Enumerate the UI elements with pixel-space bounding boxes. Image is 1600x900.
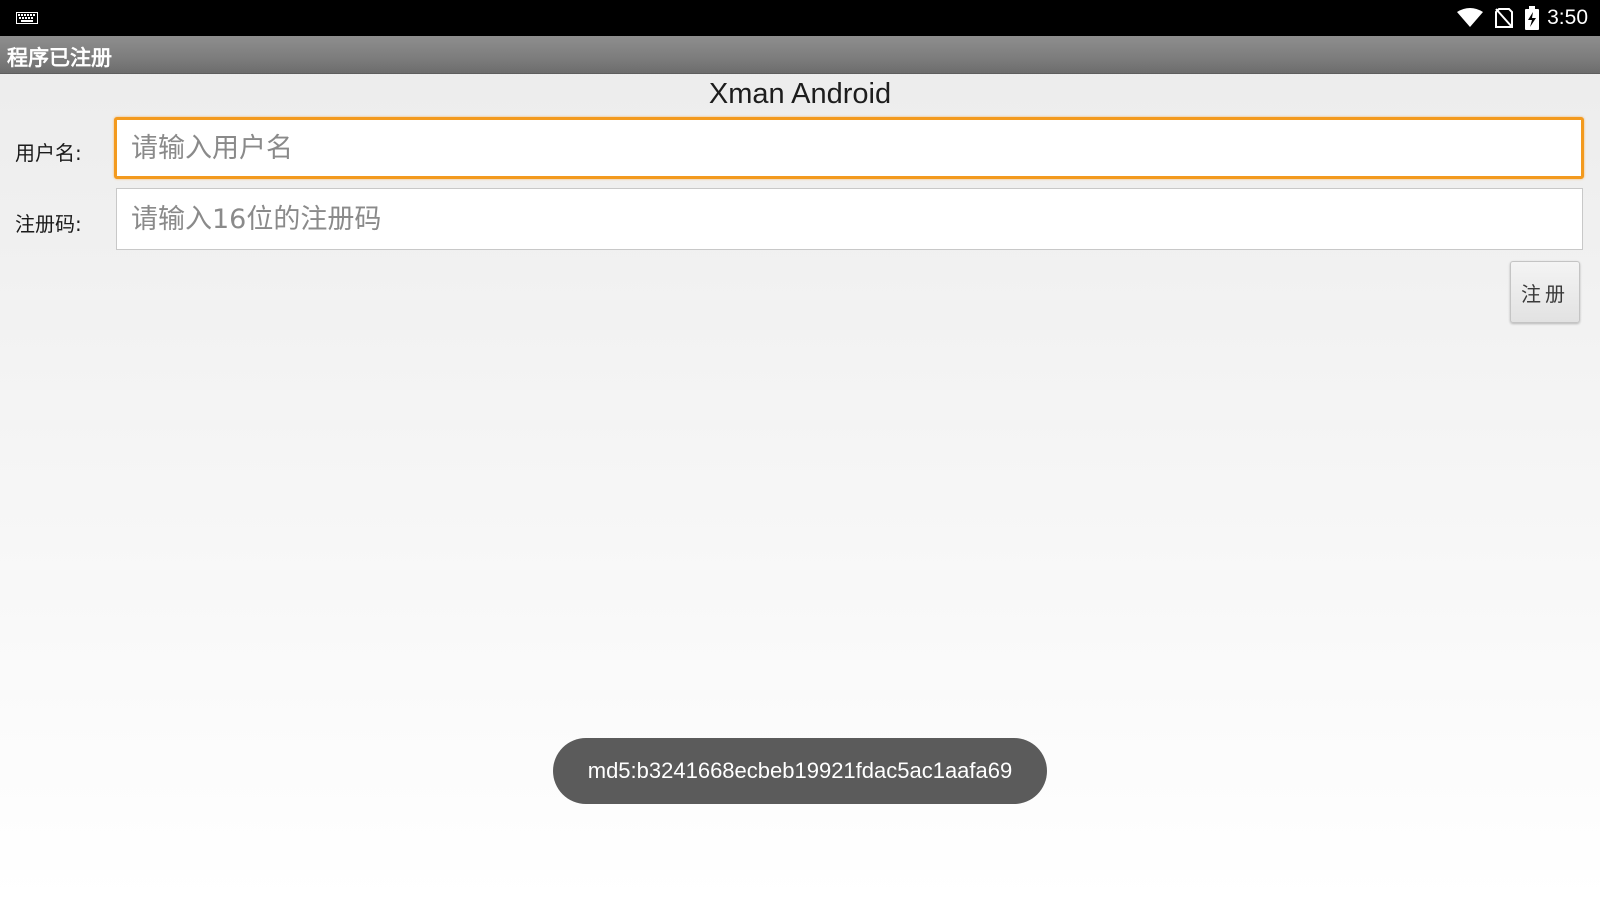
- app-title: 程序已注册: [7, 46, 112, 70]
- username-input[interactable]: [114, 117, 1584, 179]
- battery-charging-icon: [1525, 6, 1540, 30]
- keyboard-icon: [16, 12, 38, 24]
- no-sim-icon: [1495, 8, 1514, 28]
- registration-code-label: 注册码:: [15, 212, 82, 236]
- toast-message: md5:b3241668ecbeb19921fdac5ac1aafa69: [553, 738, 1047, 804]
- page-heading: Xman Android: [708, 78, 892, 110]
- registration-code-input[interactable]: [116, 188, 1583, 250]
- username-label: 用户名:: [15, 141, 82, 165]
- title-bar: 程序已注册: [0, 36, 1600, 74]
- status-bar: 3:50: [0, 0, 1600, 36]
- register-button[interactable]: 注册: [1510, 261, 1580, 323]
- status-icons: 3:50: [1457, 0, 1588, 36]
- wifi-icon: [1457, 8, 1484, 27]
- clock: 3:50: [1547, 6, 1588, 29]
